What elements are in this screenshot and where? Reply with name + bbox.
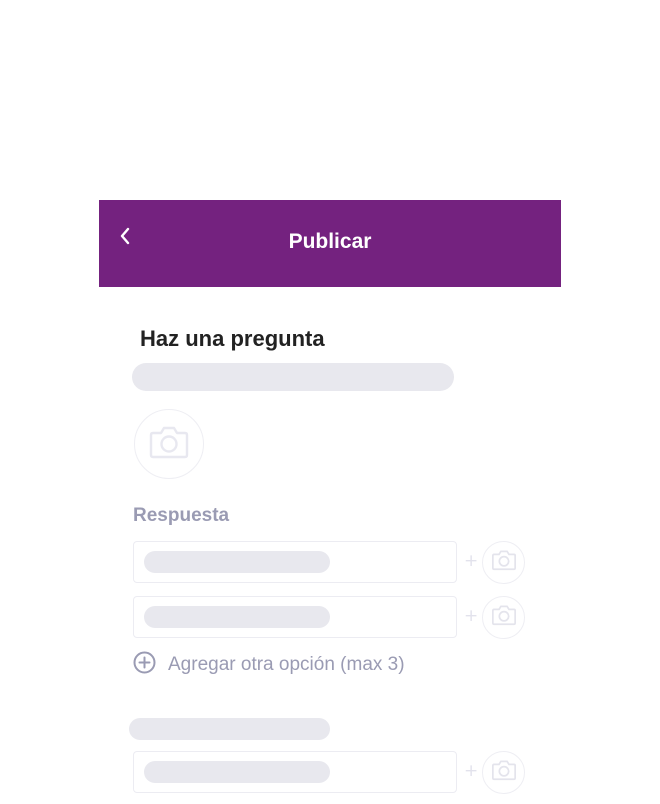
section-title-placeholder	[129, 718, 330, 740]
question-input-placeholder[interactable]	[132, 363, 454, 391]
page-title: Publicar	[288, 230, 372, 253]
camera-icon	[491, 604, 517, 631]
camera-icon	[148, 425, 190, 464]
plus-icon: +	[464, 606, 479, 626]
camera-icon	[491, 549, 517, 576]
question-add-photo-button[interactable]	[134, 409, 204, 479]
plus-icon: +	[464, 761, 479, 781]
option-add-photo-button[interactable]	[482, 541, 525, 584]
option-add-photo-button[interactable]	[482, 596, 525, 639]
option-add-photo-button[interactable]	[482, 751, 525, 794]
camera-icon	[491, 759, 517, 786]
add-option-label: Agregar otra opción (max 3)	[168, 654, 405, 675]
plus-circle-icon	[133, 651, 156, 679]
option-text-placeholder	[144, 551, 330, 573]
option-text-placeholder	[144, 606, 330, 628]
answer-option-input[interactable]	[133, 541, 457, 583]
option-text-placeholder	[144, 761, 330, 783]
answer-option-input[interactable]	[133, 596, 457, 638]
placeholder-input[interactable]	[133, 751, 457, 793]
answers-label: Respuesta	[133, 505, 230, 526]
top-app-bar: Publicar	[99, 200, 561, 287]
plus-icon: +	[464, 551, 479, 571]
question-heading: Haz una pregunta	[140, 326, 325, 351]
add-option-button[interactable]: Agregar otra opción (max 3)	[133, 651, 405, 679]
